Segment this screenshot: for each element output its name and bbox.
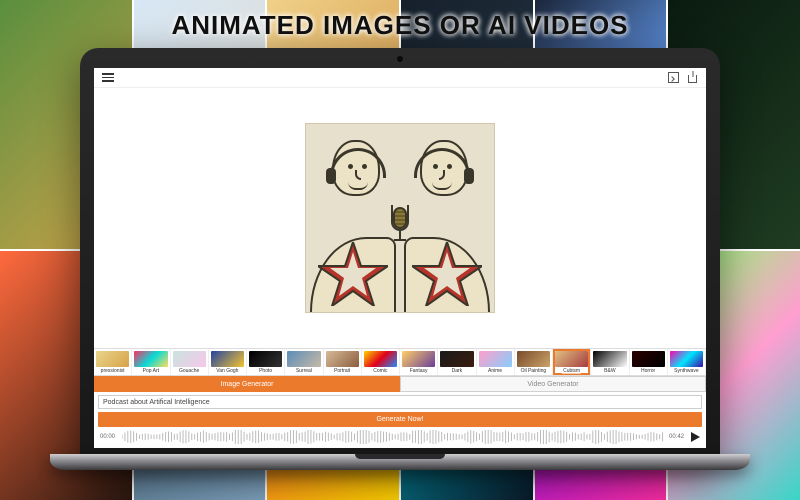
generate-button[interactable]: Generate Now! [98,412,702,427]
generated-image-canvas [94,88,706,348]
generator-tabs: Image Generator Video Generator [94,376,706,392]
style-chip-label: Fantasy [409,369,429,374]
webcam-dot [397,56,403,62]
generated-image [305,123,495,313]
style-chip-comic[interactable]: Comic [362,349,400,375]
hamburger-menu-icon[interactable] [102,73,114,82]
style-chip-anime[interactable]: Anime [477,349,515,375]
cast-icon[interactable] [668,72,679,83]
laptop-mockup: pressionist Pop Art Gouache Van Gogh Photo Su… [80,48,720,470]
style-chip-dark[interactable]: Dark [438,349,476,375]
style-chip-pressionist[interactable]: pressionist [94,349,132,375]
style-chip-label: Portrait [333,369,351,374]
style-chip-label: Anime [487,369,503,374]
headline: ANIMATED IMAGES OR AI VIDEOS [0,10,800,41]
play-button-icon[interactable] [691,432,700,442]
style-chip-pop-art[interactable]: Pop Art [132,349,170,375]
style-chip-label: pressionist [100,369,126,374]
audio-timeline: 00:00 00:42 [94,430,706,448]
style-chip-gouache[interactable]: Gouache [171,349,209,375]
tab-image-generator[interactable]: Image Generator [94,376,400,392]
style-chip-surreal[interactable]: Surreal [285,349,323,375]
style-chip-label: Comic [372,369,388,374]
style-chip-cubism[interactable]: Cubism [553,349,591,375]
style-chip-portrait[interactable]: Portrait [324,349,362,375]
style-chip-label: Dark [451,369,464,374]
prompt-input[interactable]: Podcast about Artifical Intelligence [98,395,702,409]
style-chip-label: Surreal [295,369,313,374]
share-icon[interactable] [687,72,698,83]
microphone-icon [391,207,409,241]
style-chip-label: Oil Painting [520,369,548,374]
style-chip-van-gogh[interactable]: Van Gogh [209,349,247,375]
time-start: 00:00 [100,434,118,440]
time-end: 00:42 [669,434,687,440]
style-chip-label: B&W [603,369,616,374]
app-screen: pressionist Pop Art Gouache Van Gogh Photo Su… [94,68,706,448]
top-bar [94,68,706,88]
style-chip-photo[interactable]: Photo [247,349,285,375]
style-chip-label: Van Gogh [215,369,239,374]
style-chip-label: Horror [640,369,656,374]
style-chip-label: Synthwave [673,369,699,374]
style-chip-fantasy[interactable]: Fantasy [400,349,438,375]
style-chip-label: Gouache [178,369,200,374]
style-chip-synthwave[interactable]: Synthwave [668,349,706,375]
audio-waveform[interactable] [122,430,665,444]
style-chip-label: Cubism [562,369,581,374]
style-chip-label: Photo [258,369,273,374]
style-chip-oil-painting[interactable]: Oil Painting [515,349,553,375]
style-chip-b&w[interactable]: B&W [591,349,629,375]
tab-video-generator[interactable]: Video Generator [400,376,706,392]
style-chip-horror[interactable]: Horror [630,349,668,375]
style-chip-label: Pop Art [142,369,160,374]
style-selector-strip: pressionist Pop Art Gouache Van Gogh Photo Su… [94,348,706,376]
